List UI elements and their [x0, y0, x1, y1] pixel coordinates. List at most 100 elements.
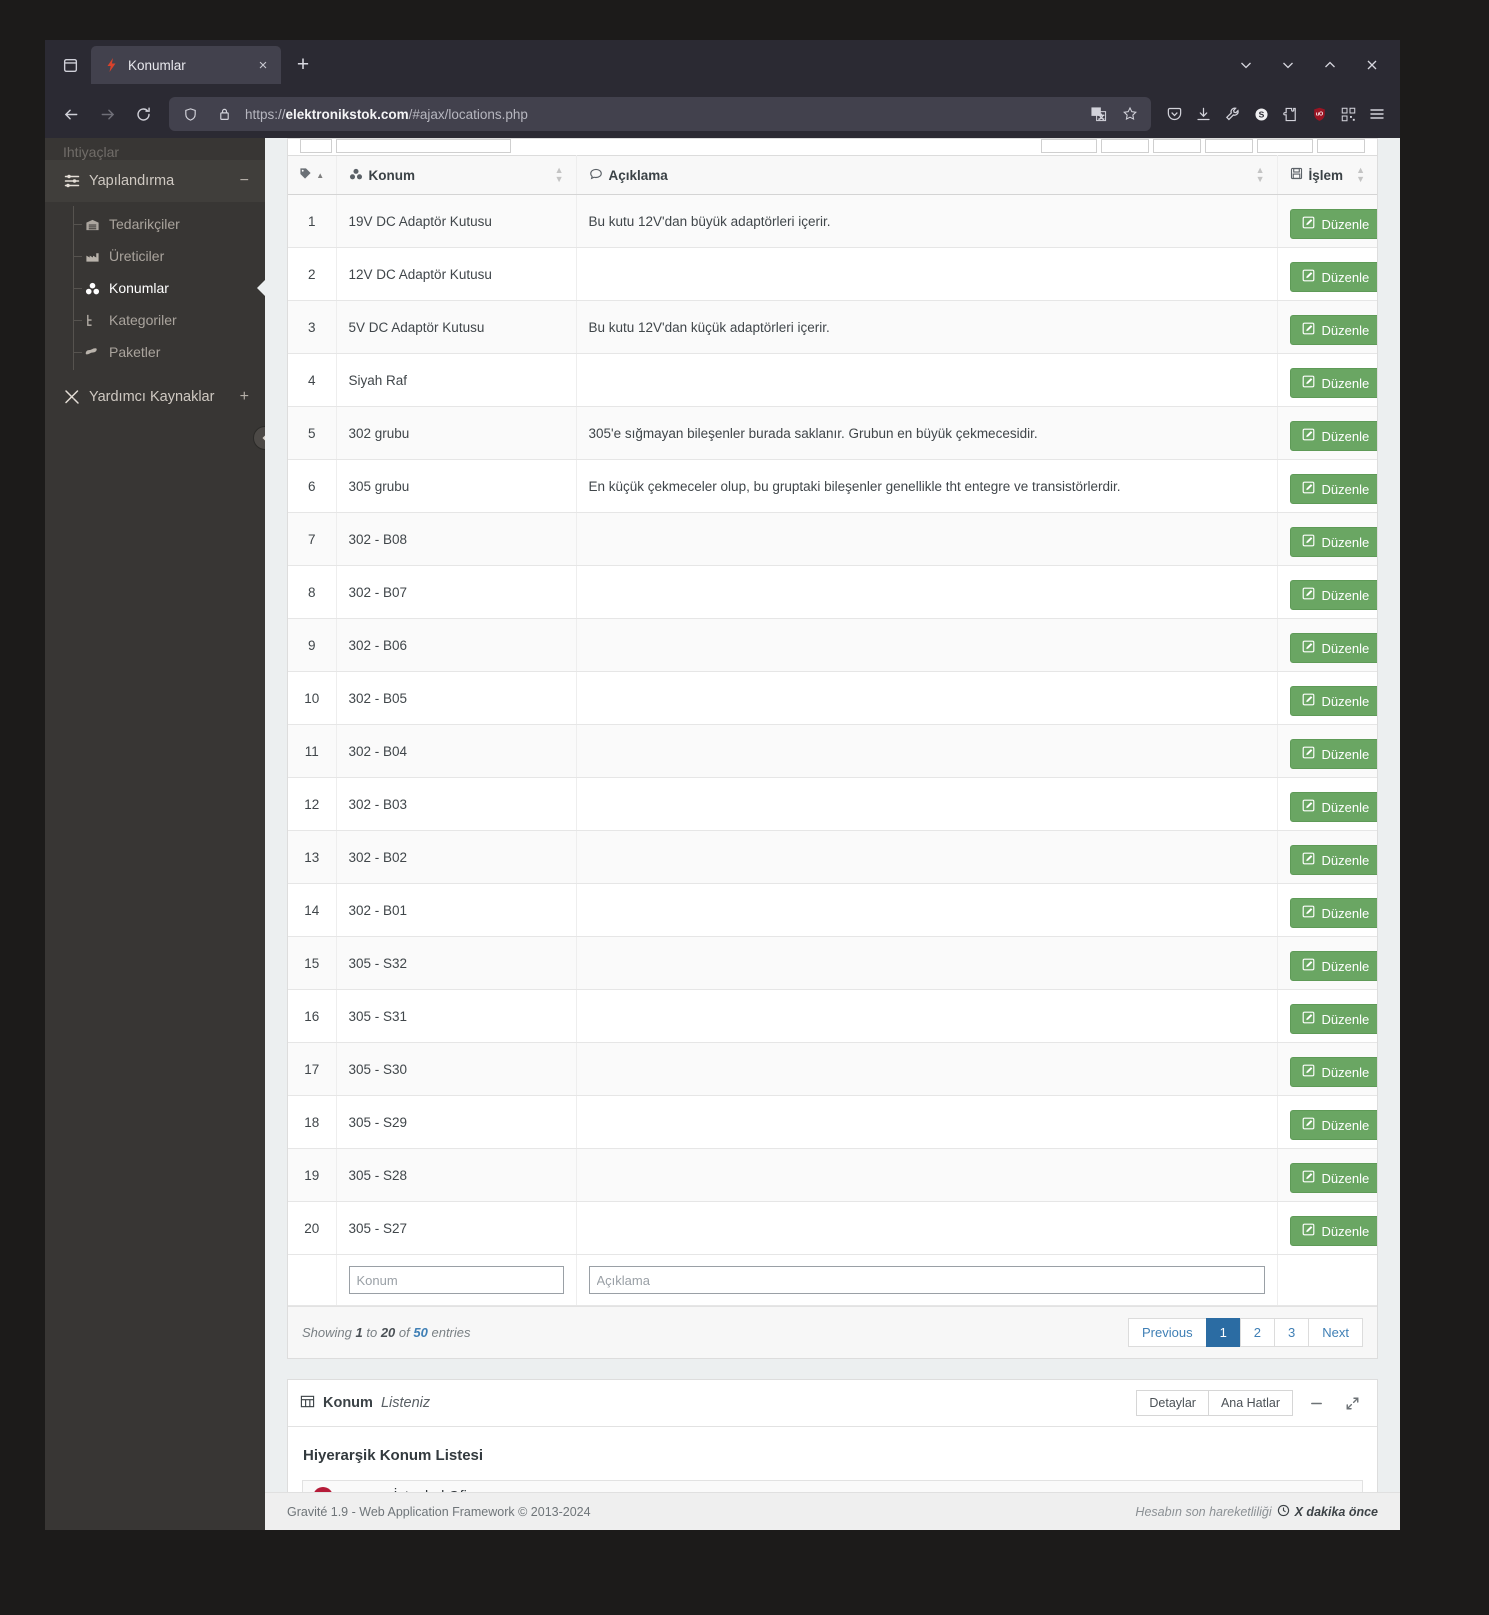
sidebar-section-toggle[interactable]: +	[240, 388, 249, 406]
lock-icon[interactable]	[211, 101, 237, 127]
edit-button[interactable]: Düzenle	[1289, 1110, 1377, 1140]
column-header-action[interactable]: İşlem ▲ ▼	[1276, 155, 1377, 195]
edit-button[interactable]: Düzenle	[1289, 1004, 1377, 1034]
shield-icon[interactable]	[177, 101, 203, 127]
sidebar-item-ureticiler[interactable]: Üreticiler	[45, 240, 265, 272]
edit-button[interactable]: Düzenle	[1289, 1216, 1377, 1246]
edit-button[interactable]: Düzenle	[1289, 898, 1377, 928]
pagination-next[interactable]: Next	[1308, 1318, 1363, 1347]
edit-button[interactable]: Düzenle	[1289, 1057, 1377, 1087]
tab-list-icon[interactable]	[53, 48, 87, 82]
edit-button[interactable]: Düzenle	[1289, 474, 1377, 504]
edit-button[interactable]: Düzenle	[1289, 633, 1377, 663]
table-row[interactable]: 19 305 - S28 Düzenle	[288, 1148, 1377, 1202]
extension-puzzle-icon[interactable]	[1277, 101, 1303, 127]
table-row[interactable]: 7 302 - B08 Düzenle	[288, 512, 1377, 566]
edit-button[interactable]: Düzenle	[1289, 739, 1377, 769]
table-row[interactable]: 15 305 - S32 Düzenle	[288, 936, 1377, 990]
edit-button[interactable]: Düzenle	[1289, 209, 1377, 239]
sidebar-item-kategoriler[interactable]: Kategoriler	[45, 304, 265, 336]
pagination-previous[interactable]: Previous	[1127, 1318, 1207, 1347]
table-row[interactable]: 4 Siyah Raf Düzenle	[288, 353, 1377, 407]
sidebar-item-tedarikciler[interactable]: Tedarikçiler	[45, 208, 265, 240]
edit-button[interactable]: Düzenle	[1289, 527, 1377, 557]
window-minimize-icon[interactable]	[1268, 47, 1308, 83]
edit-button[interactable]: Düzenle	[1289, 1163, 1377, 1193]
table-row[interactable]: 17 305 - S30 Düzenle	[288, 1042, 1377, 1096]
table-row[interactable]: 20 305 - S27 Düzenle	[288, 1201, 1377, 1255]
page-length-select[interactable]	[300, 139, 332, 153]
translate-icon[interactable]: A 文	[1085, 101, 1111, 127]
table-row[interactable]: 16 305 - S31 Düzenle	[288, 989, 1377, 1043]
detaylar-button[interactable]: Detaylar	[1136, 1390, 1209, 1416]
expand-icon[interactable]	[1339, 1390, 1365, 1416]
tab-dropdown-icon[interactable]	[1226, 47, 1266, 83]
table-search-input[interactable]	[336, 139, 511, 153]
column-header-location[interactable]: Konum ▲ ▼	[335, 155, 577, 195]
minus-icon[interactable]	[1303, 1390, 1329, 1416]
table-row[interactable]: 5 302 grubu 305'e sığmayan bileşenler bura…	[288, 406, 1377, 460]
sort-icon[interactable]: ▲ ▼	[1356, 166, 1365, 184]
table-row[interactable]: 2 12V DC Adaptör Kutusu Düzenle	[288, 247, 1377, 301]
pocket-icon[interactable]	[1161, 101, 1187, 127]
edit-button[interactable]: Düzenle	[1289, 686, 1377, 716]
pagination-2[interactable]: 2	[1239, 1318, 1276, 1347]
table-row[interactable]: 6 305 grubu En küçük çekmeceler olup, bu g…	[288, 459, 1377, 513]
sidebar-item-partial[interactable]: Ihtiyaçlar	[45, 138, 265, 160]
edit-button[interactable]: Düzenle	[1289, 580, 1377, 610]
hamburger-menu-icon[interactable]	[1364, 101, 1390, 127]
sidebar-section-yardimci-kaynaklar[interactable]: Yardımcı Kaynaklar +	[45, 376, 265, 418]
sort-icon[interactable]: ▲ ▼	[1256, 166, 1265, 184]
new-entry-row[interactable]	[288, 1254, 1377, 1306]
edit-button[interactable]: Düzenle	[1289, 845, 1377, 875]
edit-button[interactable]: Düzenle	[1289, 792, 1377, 822]
table-row[interactable]: 14 302 - B01 Düzenle	[288, 883, 1377, 937]
edit-button[interactable]: Düzenle	[1289, 262, 1377, 292]
edit-button[interactable]: Düzenle	[1289, 315, 1377, 345]
export-button[interactable]	[1205, 139, 1253, 153]
sidebar-item-konumlar[interactable]: Konumlar	[45, 272, 265, 304]
tools-wrench-icon[interactable]	[1219, 101, 1245, 127]
export-button[interactable]	[1317, 139, 1365, 153]
export-button[interactable]	[1101, 139, 1149, 153]
table-row[interactable]: 8 302 - B07 Düzenle	[288, 565, 1377, 619]
browser-tab[interactable]: Konumlar ×	[91, 46, 281, 84]
ana-hatlar-button[interactable]: Ana Hatlar	[1207, 1390, 1293, 1416]
column-header-index[interactable]: ▲	[288, 155, 336, 195]
s-account-icon[interactable]: S	[1248, 101, 1274, 127]
table-row[interactable]: 3 5V DC Adaptör Kutusu Bu kutu 12V'dan küç…	[288, 300, 1377, 354]
sort-icon[interactable]: ▲ ▼	[555, 166, 564, 184]
sidebar-collapse-button[interactable]	[253, 426, 265, 450]
window-maximize-icon[interactable]	[1310, 47, 1350, 83]
edit-button[interactable]: Düzenle	[1289, 951, 1377, 981]
export-button[interactable]	[1041, 139, 1097, 153]
window-close-icon[interactable]	[1352, 47, 1392, 83]
bookmark-star-icon[interactable]	[1117, 101, 1143, 127]
edit-button[interactable]: Düzenle	[1289, 421, 1377, 451]
column-header-description[interactable]: Açıklama ▲ ▼	[576, 155, 1278, 195]
table-row[interactable]: 11 302 - B04 Düzenle	[288, 724, 1377, 778]
forward-icon[interactable]	[91, 98, 123, 130]
qr-scan-icon[interactable]	[1335, 101, 1361, 127]
address-bar[interactable]: https://elektronikstok.com/#ajax/locatio…	[169, 97, 1151, 131]
sidebar-section-toggle[interactable]: −	[240, 172, 249, 190]
new-location-input[interactable]	[348, 1266, 564, 1294]
ublock-shield-icon[interactable]: uO	[1306, 101, 1332, 127]
pagination-3[interactable]: 3	[1274, 1318, 1310, 1347]
table-row[interactable]: 1 19V DC Adaptör Kutusu Bu kutu 12V'dan bü…	[288, 194, 1377, 248]
downloads-icon[interactable]	[1190, 101, 1216, 127]
export-button[interactable]	[1153, 139, 1201, 153]
back-icon[interactable]	[55, 98, 87, 130]
reload-icon[interactable]	[127, 98, 159, 130]
new-tab-button[interactable]: +	[287, 49, 319, 81]
table-row[interactable]: 18 305 - S29 Düzenle	[288, 1095, 1377, 1149]
new-description-input[interactable]	[588, 1266, 1265, 1294]
pagination-1[interactable]: 1	[1205, 1318, 1241, 1347]
table-row[interactable]: 10 302 - B05 Düzenle	[288, 671, 1377, 725]
table-row[interactable]: 12 302 - B03 Düzenle	[288, 777, 1377, 831]
sidebar-item-paketler[interactable]: Paketler	[45, 336, 265, 368]
edit-button[interactable]: Düzenle	[1289, 368, 1377, 398]
tree-node[interactable]: −SIRA 1 -İstanbul Ofis	[302, 1480, 1363, 1492]
sidebar-section-yapilandirma[interactable]: Yapılandırma −	[45, 160, 265, 202]
table-row[interactable]: 9 302 - B06 Düzenle	[288, 618, 1377, 672]
